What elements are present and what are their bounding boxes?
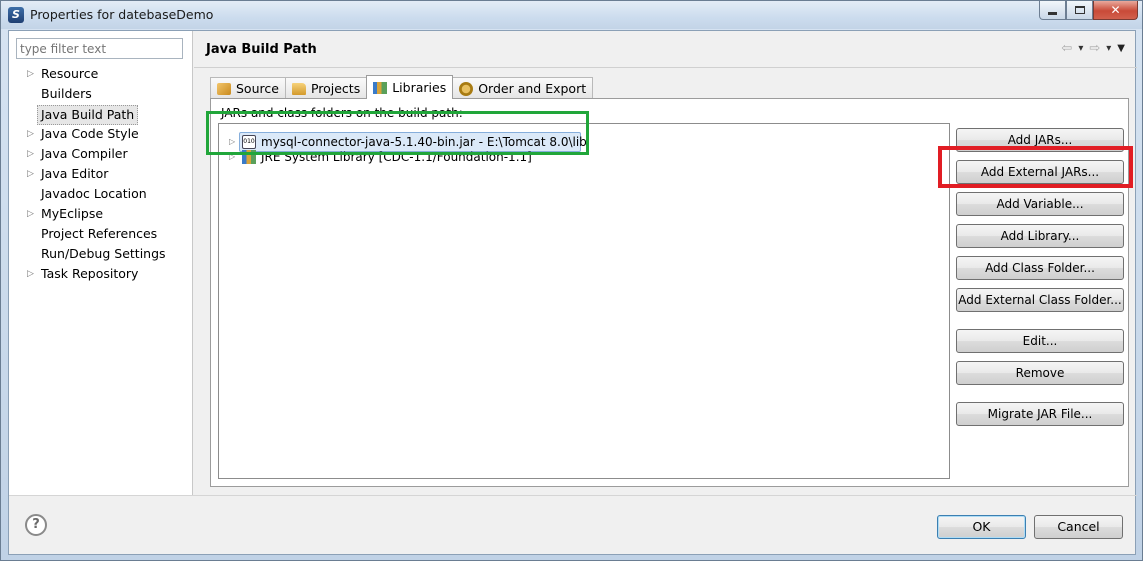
tree-item-label: Java Editor xyxy=(41,166,109,181)
tab-order-and-export[interactable]: Order and Export xyxy=(452,77,594,99)
tree-item[interactable]: ▷ MyEclipse xyxy=(9,204,193,224)
jre-library-icon xyxy=(242,150,256,164)
tree-item[interactable]: Java Build Path xyxy=(9,104,193,125)
libraries-icon xyxy=(373,81,388,94)
tab-label: Libraries xyxy=(392,80,447,95)
ok-button[interactable]: OK xyxy=(937,515,1026,539)
tree-item-label: Builders xyxy=(41,86,92,101)
tree-item[interactable]: ▷ Resource xyxy=(9,64,193,84)
forward-dropdown-icon[interactable]: ▾ xyxy=(1106,43,1111,56)
source-folder-icon xyxy=(217,82,231,95)
tree-item-label: MyEclipse xyxy=(41,206,104,221)
minimize-icon xyxy=(1048,11,1057,15)
help-icon: ? xyxy=(32,517,40,532)
tree-item[interactable]: ▷ Task Repository xyxy=(9,264,193,284)
filter-input[interactable] xyxy=(16,38,183,59)
project-folder-icon xyxy=(291,82,306,95)
close-button[interactable]: ✕ xyxy=(1093,1,1138,20)
tree-item[interactable]: ▷ Java Compiler xyxy=(9,144,193,164)
libraries-panel: JARs and class folders on the build path… xyxy=(210,98,1129,487)
tree-item[interactable]: Builders xyxy=(9,84,193,104)
migrate-jar-file-button[interactable]: Migrate JAR File... xyxy=(956,402,1124,426)
title-bar[interactable]: S Properties for datebaseDemo ✕ xyxy=(1,1,1142,29)
back-icon[interactable]: ⇦ xyxy=(1061,41,1072,56)
back-dropdown-icon[interactable]: ▾ xyxy=(1078,43,1083,56)
tree-item[interactable]: Run/Debug Settings xyxy=(9,244,193,264)
add-external-jars-button[interactable]: Add External JARs... xyxy=(956,160,1124,184)
tab-libraries[interactable]: Libraries xyxy=(366,75,454,99)
expand-arrow-icon[interactable]: ▷ xyxy=(229,147,235,167)
tab-label: Order and Export xyxy=(478,81,587,96)
tree-item-label: Java Code Style xyxy=(41,126,139,141)
expand-arrow-icon[interactable]: ▷ xyxy=(27,204,34,224)
properties-window: S Properties for datebaseDemo ✕ ▷ Resourc… xyxy=(0,0,1143,561)
dialog-client-area: ▷ResourceBuildersJava Build Path▷Java Co… xyxy=(8,30,1137,555)
history-navigation: ⇦ ▾ ⇨ ▾ ▼ xyxy=(1061,41,1125,56)
page-title: Java Build Path xyxy=(206,42,317,57)
jar-file-icon: 010 xyxy=(242,135,256,149)
tab-label: Source xyxy=(236,81,279,96)
build-path-tabs: Source Projects Libraries Order and Expo… xyxy=(210,75,594,99)
libraries-list-label: JARs and class folders on the build path… xyxy=(221,106,463,120)
expand-arrow-icon[interactable]: ▷ xyxy=(27,144,34,164)
tree-item[interactable]: Project References xyxy=(9,224,193,244)
expand-arrow-icon[interactable]: ▷ xyxy=(27,264,34,284)
close-icon: ✕ xyxy=(1110,3,1121,17)
myeclipse-app-icon: S xyxy=(8,7,24,23)
tree-item[interactable]: Javadoc Location xyxy=(9,184,193,204)
window-controls: ✕ xyxy=(1039,1,1138,20)
cancel-button[interactable]: Cancel xyxy=(1034,515,1123,539)
tree-item[interactable]: ▷ Java Editor xyxy=(9,164,193,184)
tree-item-label: Project References xyxy=(41,226,158,241)
remove-button[interactable]: Remove xyxy=(956,361,1124,385)
window-title: Properties for datebaseDemo xyxy=(30,7,214,22)
footer-separator xyxy=(9,495,1137,496)
tree-item-label: Java Compiler xyxy=(41,146,128,161)
expand-arrow-icon[interactable]: ▷ xyxy=(27,64,34,84)
tree-item-label: Resource xyxy=(41,66,99,81)
libraries-list[interactable]: ▷ 010 mysql-connector-java-5.1.40-bin.ja… xyxy=(218,123,950,479)
tab-projects[interactable]: Projects xyxy=(284,77,368,99)
tree-item[interactable]: ▷ Java Code Style xyxy=(9,124,193,144)
maximize-button[interactable] xyxy=(1066,1,1093,20)
view-menu-icon[interactable]: ▼ xyxy=(1117,43,1125,56)
tree-item-label: Task Repository xyxy=(41,266,139,281)
tab-source[interactable]: Source xyxy=(210,77,286,99)
help-button[interactable]: ? xyxy=(25,514,47,536)
property-page: Java Build Path ⇦ ▾ ⇨ ▾ ▼ Source Project… xyxy=(194,31,1137,495)
maximize-icon xyxy=(1074,6,1085,14)
edit-button[interactable]: Edit... xyxy=(956,329,1124,353)
add-class-folder-button[interactable]: Add Class Folder... xyxy=(956,256,1124,280)
tab-label: Projects xyxy=(310,81,361,96)
add-library-button[interactable]: Add Library... xyxy=(956,224,1124,248)
property-tree: ▷ Resource Builders Java Build Path ▷ Java Co… xyxy=(9,64,193,284)
expand-arrow-icon[interactable]: ▷ xyxy=(27,164,34,184)
order-export-icon xyxy=(459,81,474,96)
forward-icon[interactable]: ⇨ xyxy=(1089,41,1100,56)
minimize-button[interactable] xyxy=(1039,1,1066,20)
tree-item-label: Javadoc Location xyxy=(41,186,147,201)
add-variable-button[interactable]: Add Variable... xyxy=(956,192,1124,216)
library-label: JRE System Library [CDC-1.1/Foundation-1… xyxy=(261,150,532,164)
tree-item-label: Java Build Path xyxy=(37,105,139,125)
preference-navigation-pane: ▷ResourceBuildersJava Build Path▷Java Co… xyxy=(9,31,193,495)
tree-item-label: Run/Debug Settings xyxy=(41,246,166,261)
expand-arrow-icon[interactable]: ▷ xyxy=(27,124,34,144)
title-separator xyxy=(194,67,1137,68)
add-jars-button[interactable]: Add JARs... xyxy=(956,128,1124,152)
add-external-class-folder-button[interactable]: Add External Class Folder... xyxy=(956,288,1124,312)
